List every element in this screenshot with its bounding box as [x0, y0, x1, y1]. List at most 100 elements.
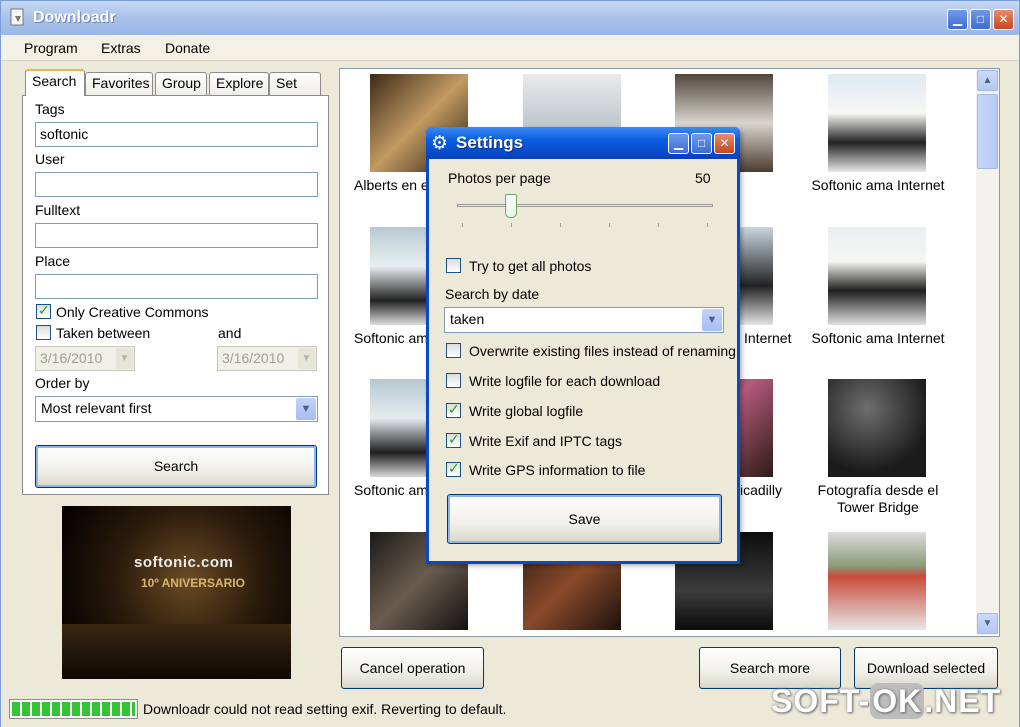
- photo-thumbnail[interactable]: [828, 379, 926, 477]
- chevron-down-icon: ▼: [296, 398, 316, 420]
- try-all-photos-label: Try to get all photos: [469, 258, 592, 274]
- menu-program[interactable]: Program: [24, 40, 78, 56]
- try-all-photos-checkbox[interactable]: [446, 258, 461, 273]
- creative-commons-label: Only Creative Commons: [56, 304, 209, 320]
- date-from-value: 3/16/2010: [40, 350, 103, 366]
- logfile-each-label: Write logfile for each download: [469, 373, 661, 389]
- settings-title-bar: ⚙ Settings ▁ □ ✕: [426, 127, 740, 159]
- watermark-logo: SOFT-OK.NET: [771, 683, 1002, 719]
- overwrite-files-checkbox[interactable]: [446, 343, 461, 358]
- photos-per-page-value: 50: [695, 170, 711, 186]
- search-by-date-label: Search by date: [445, 286, 540, 302]
- order-by-label: Order by: [35, 375, 90, 391]
- date-from-picker[interactable]: 3/16/2010 ▼: [35, 346, 135, 371]
- slider-tick: [560, 223, 561, 227]
- search-by-date-value: taken: [450, 311, 485, 327]
- scroll-thumb[interactable]: [977, 94, 998, 169]
- cancel-operation-button[interactable]: Cancel operation: [341, 647, 484, 689]
- menu-donate[interactable]: Donate: [165, 40, 210, 56]
- title-bar: Downloadr ▁ □ ✕: [1, 1, 1019, 35]
- settings-minimize-button[interactable]: ▁: [668, 133, 689, 154]
- slider-tick: [462, 223, 463, 227]
- settings-title: Settings: [456, 133, 524, 152]
- settings-close-button[interactable]: ✕: [714, 133, 735, 154]
- gps-info-label: Write GPS information to file: [469, 462, 646, 478]
- exif-tags-label: Write Exif and IPTC tags: [469, 433, 623, 449]
- tab-favorites[interactable]: Favorites: [85, 72, 153, 96]
- photos-per-page-slider-thumb[interactable]: [505, 194, 517, 218]
- gallery-scrollbar[interactable]: ▲ ▼: [976, 69, 999, 635]
- taken-between-label: Taken between: [56, 325, 151, 341]
- tab-group[interactable]: Group: [155, 72, 207, 96]
- progress-fill: [12, 702, 135, 716]
- logfile-each-checkbox[interactable]: [446, 373, 461, 388]
- photo-thumbnail[interactable]: [828, 74, 926, 172]
- menu-extras[interactable]: Extras: [101, 40, 141, 56]
- photo-caption: Fotografía desde el Tower Bridge: [817, 482, 939, 515]
- fulltext-input[interactable]: [35, 223, 318, 248]
- maximize-button[interactable]: □: [970, 9, 991, 30]
- tags-input[interactable]: softonic: [35, 122, 318, 147]
- date-to-picker[interactable]: 3/16/2010 ▼: [217, 346, 317, 371]
- creative-commons-checkbox[interactable]: [36, 302, 51, 319]
- taken-between-checkbox[interactable]: [36, 325, 51, 340]
- slider-tick: [707, 223, 708, 227]
- close-icon: ✕: [998, 12, 1009, 26]
- settings-maximize-button[interactable]: □: [691, 133, 712, 154]
- place-label: Place: [35, 253, 71, 269]
- minimize-icon: ▁: [673, 136, 684, 150]
- photo-caption: icadilly: [740, 482, 783, 498]
- exif-tags-checkbox[interactable]: [446, 431, 461, 448]
- close-icon: ✕: [719, 136, 730, 150]
- global-logfile-checkbox[interactable]: [446, 401, 461, 418]
- tab-explore[interactable]: Explore: [209, 72, 269, 96]
- chevron-up-icon: ▲: [982, 75, 993, 86]
- window-title: Downloadr: [33, 9, 116, 26]
- photos-per-page-label: Photos per page: [448, 170, 551, 186]
- slider-tick: [658, 223, 659, 227]
- save-button[interactable]: Save: [447, 494, 722, 544]
- scroll-down-button[interactable]: ▼: [977, 613, 998, 634]
- user-label: User: [35, 151, 65, 167]
- chevron-down-icon: ▼: [982, 618, 993, 629]
- tab-set[interactable]: Set: [269, 72, 321, 96]
- order-by-value: Most relevant first: [41, 400, 152, 416]
- tab-search[interactable]: Search: [25, 69, 85, 96]
- status-message: Downloadr could not read setting exif. R…: [143, 701, 507, 717]
- slider-tick: [609, 223, 610, 227]
- order-by-select[interactable]: Most relevant first ▼: [35, 396, 318, 422]
- app-icon: [10, 8, 24, 26]
- slider-tick: [511, 223, 512, 227]
- date-to-value: 3/16/2010: [222, 350, 285, 366]
- chevron-down-icon: ▼: [298, 348, 315, 369]
- photo-caption: Softonic ama Internet: [811, 177, 945, 193]
- place-input[interactable]: [35, 274, 318, 299]
- search-by-date-select[interactable]: taken ▼: [444, 307, 724, 333]
- photo-thumbnail[interactable]: [828, 227, 926, 325]
- preview-sign-subtitle: 10º ANIVERSARIO: [141, 576, 245, 590]
- photos-per-page-slider-track[interactable]: [457, 204, 713, 207]
- scroll-up-button[interactable]: ▲: [977, 70, 998, 91]
- close-button[interactable]: ✕: [993, 9, 1014, 30]
- global-logfile-label: Write global logfile: [469, 403, 584, 419]
- overwrite-files-label: Overwrite existing files instead of rena…: [469, 343, 736, 359]
- user-input[interactable]: [35, 172, 318, 197]
- maximize-icon: □: [697, 136, 706, 150]
- photo-preview: softonic.com 10º ANIVERSARIO: [62, 506, 291, 679]
- menu-bar: Program Extras Donate: [1, 35, 1019, 61]
- preview-sign: softonic.com: [134, 554, 234, 571]
- search-button[interactable]: Search: [35, 445, 317, 488]
- photo-caption: Internet: [744, 330, 792, 346]
- photo-thumbnail[interactable]: [828, 532, 926, 630]
- main-window: Downloadr ▁ □ ✕ Program Extras Donate Se…: [0, 0, 1020, 727]
- maximize-icon: □: [976, 12, 985, 26]
- and-label: and: [218, 325, 242, 341]
- tags-label: Tags: [35, 101, 65, 117]
- fulltext-label: Fulltext: [35, 202, 81, 218]
- gps-info-checkbox[interactable]: [446, 460, 461, 477]
- download-progress-bar: [9, 699, 138, 719]
- minimize-icon: ▁: [952, 12, 963, 26]
- chevron-down-icon: ▼: [116, 348, 133, 369]
- minimize-button[interactable]: ▁: [947, 9, 968, 30]
- settings-dialog: ⚙ Settings ▁ □ ✕ Photos per page 50 Try …: [426, 127, 740, 564]
